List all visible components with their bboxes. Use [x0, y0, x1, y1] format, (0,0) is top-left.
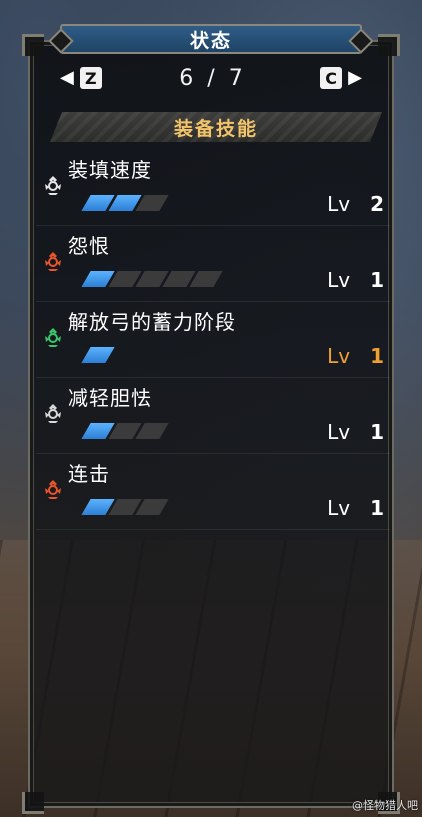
gauge-slot-empty [135, 195, 169, 211]
title-bar: 状态 [60, 24, 362, 54]
skill-level-gauge [81, 347, 115, 363]
panel-corner-top-left [22, 34, 44, 56]
skill-row[interactable]: 连击 Lv 1 [36, 454, 390, 530]
gauge-slot-empty [135, 499, 169, 515]
skill-name: 解放弓的蓄力阶段 [68, 310, 236, 334]
level-value: 1 [370, 496, 384, 520]
skill-name: 连击 [68, 462, 110, 486]
skill-level-gauge [81, 271, 223, 287]
skill-row[interactable]: 减轻胆怯 Lv 1 [36, 378, 390, 454]
level-label: Lv [327, 496, 351, 520]
skill-emblem-icon [42, 250, 64, 272]
arrow-left-icon[interactable]: ◀ [60, 69, 74, 87]
skill-level-gauge [81, 423, 169, 439]
gauge-slot-filled [81, 347, 115, 363]
skill-level: Lv 1 [327, 268, 384, 292]
level-value: 1 [370, 344, 384, 368]
skill-emblem-icon [42, 402, 64, 424]
next-key-badge[interactable]: C [320, 67, 343, 89]
prev-key-badge[interactable]: Z [79, 67, 102, 89]
skill-list: 装填速度 Lv 2 怨恨 Lv 1 解放弓的蓄力阶段 Lv 1 减轻胆怯 Lv 1 连击 Lv 1 [36, 150, 390, 530]
skill-emblem-icon [42, 326, 64, 348]
gauge-slot-empty [189, 271, 223, 287]
skill-name: 减轻胆怯 [68, 386, 152, 410]
page-separator: / [207, 65, 229, 91]
skill-level: Lv 1 [327, 344, 384, 368]
watermark: @怪物猎人吧 [352, 799, 418, 812]
level-value: 1 [370, 420, 384, 444]
skill-row[interactable]: 解放弓的蓄力阶段 Lv 1 [36, 302, 390, 378]
level-label: Lv [327, 192, 351, 216]
skill-level: Lv 1 [327, 496, 384, 520]
level-label: Lv [327, 268, 351, 292]
prev-page-control[interactable]: ◀ Z [60, 67, 102, 89]
skill-level: Lv 2 [327, 192, 384, 216]
page-total: 7 [228, 65, 257, 91]
page-current: 6 [179, 65, 208, 91]
arrow-right-icon[interactable]: ▶ [348, 69, 362, 87]
level-value: 1 [370, 268, 384, 292]
skill-level: Lv 1 [327, 420, 384, 444]
page-navigator: ◀ Z 6/7 C ▶ [60, 64, 362, 92]
section-header: 装备技能 [50, 112, 382, 142]
skill-name: 怨恨 [68, 234, 110, 258]
next-page-control[interactable]: C ▶ [320, 67, 362, 89]
section-title: 装备技能 [173, 117, 258, 140]
page-title: 状态 [189, 29, 232, 52]
gauge-slot-empty [135, 423, 169, 439]
level-label: Lv [327, 420, 351, 444]
panel-corner-bottom-left [22, 792, 44, 814]
panel-corner-top-right [378, 34, 400, 56]
skill-name: 装填速度 [68, 158, 152, 182]
skill-emblem-icon [42, 174, 64, 196]
skill-row[interactable]: 怨恨 Lv 1 [36, 226, 390, 302]
level-label: Lv [327, 344, 351, 368]
page-indicator: 6/7 [165, 66, 256, 91]
skill-level-gauge [81, 195, 169, 211]
skill-emblem-icon [42, 478, 64, 500]
skill-row[interactable]: 装填速度 Lv 2 [36, 150, 390, 226]
level-value: 2 [370, 192, 384, 216]
skill-level-gauge [81, 499, 169, 515]
